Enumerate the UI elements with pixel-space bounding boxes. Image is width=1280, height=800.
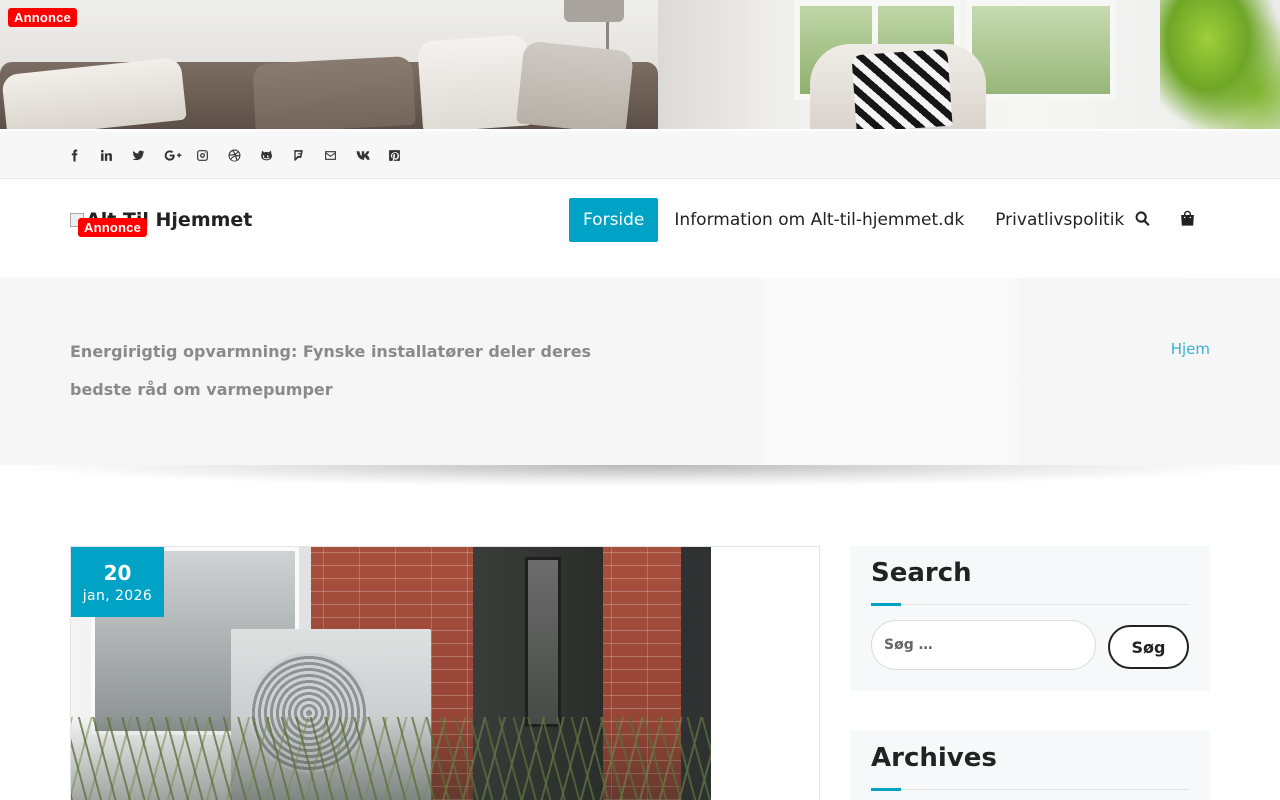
search-toggle[interactable] bbox=[1134, 210, 1151, 231]
post-date-day: 20 bbox=[103, 561, 132, 585]
search-input[interactable] bbox=[871, 620, 1096, 670]
search-widget-title: Search bbox=[871, 558, 972, 588]
email-link[interactable] bbox=[324, 145, 356, 165]
instagram-link[interactable] bbox=[196, 145, 228, 165]
ad-badge: Annonce bbox=[8, 8, 78, 27]
hero-banner-image bbox=[0, 0, 1280, 129]
twitter-icon bbox=[132, 150, 145, 160]
site-header: Alt Til Hjemmet Annonce Forside Informat… bbox=[0, 179, 1280, 278]
archives-widget: Archives bbox=[850, 731, 1210, 800]
github-link[interactable] bbox=[260, 145, 292, 165]
nav-item-forside[interactable]: Forside bbox=[569, 198, 659, 242]
post-thumbnail[interactable] bbox=[71, 547, 711, 800]
social-bar bbox=[0, 129, 1280, 179]
ad-badge-logo: Annonce bbox=[78, 218, 148, 237]
post-date: 20 jan, 2026 bbox=[71, 547, 164, 617]
pinterest-link[interactable] bbox=[388, 145, 420, 165]
dribbble-link[interactable] bbox=[228, 145, 260, 165]
search-submit-button[interactable]: Søg bbox=[1108, 625, 1189, 669]
cart-button[interactable] bbox=[1179, 210, 1196, 231]
vk-link[interactable] bbox=[356, 145, 388, 165]
breadcrumb-home[interactable]: Hjem bbox=[1171, 340, 1210, 358]
nav-item-privatlivspolitik[interactable]: Privatlivspolitik bbox=[980, 198, 1139, 242]
plant bbox=[1160, 0, 1280, 129]
nav-item-information[interactable]: Information om Alt-til-hjemmet.dk bbox=[659, 198, 979, 242]
instagram-icon bbox=[197, 149, 208, 161]
vk-icon bbox=[356, 150, 370, 160]
main-nav: Forside Information om Alt-til-hjemmet.d… bbox=[569, 198, 1139, 242]
archives-widget-title: Archives bbox=[871, 743, 997, 773]
post-date-month: jan, 2026 bbox=[82, 588, 153, 604]
twitter-link[interactable] bbox=[132, 145, 164, 165]
pinterest-icon bbox=[389, 149, 400, 161]
google-plus-link[interactable] bbox=[164, 145, 196, 165]
page-title: Energirigtig opvarmning: Fynske installa… bbox=[70, 342, 592, 399]
linkedin-icon bbox=[100, 149, 112, 161]
email-icon bbox=[325, 150, 336, 160]
facebook-icon bbox=[71, 149, 78, 161]
shopping-bag-icon bbox=[1181, 210, 1194, 226]
google-plus-icon bbox=[164, 149, 182, 161]
search-widget: Search Søg bbox=[850, 546, 1210, 691]
facebook-link[interactable] bbox=[68, 145, 100, 165]
dribbble-icon bbox=[228, 149, 241, 161]
foursquare-icon bbox=[293, 149, 303, 161]
header-actions bbox=[1134, 210, 1196, 231]
github-icon bbox=[261, 150, 272, 160]
foursquare-link[interactable] bbox=[292, 145, 324, 165]
search-icon bbox=[1135, 211, 1150, 226]
linkedin-link[interactable] bbox=[100, 145, 132, 165]
social-links bbox=[68, 131, 420, 179]
